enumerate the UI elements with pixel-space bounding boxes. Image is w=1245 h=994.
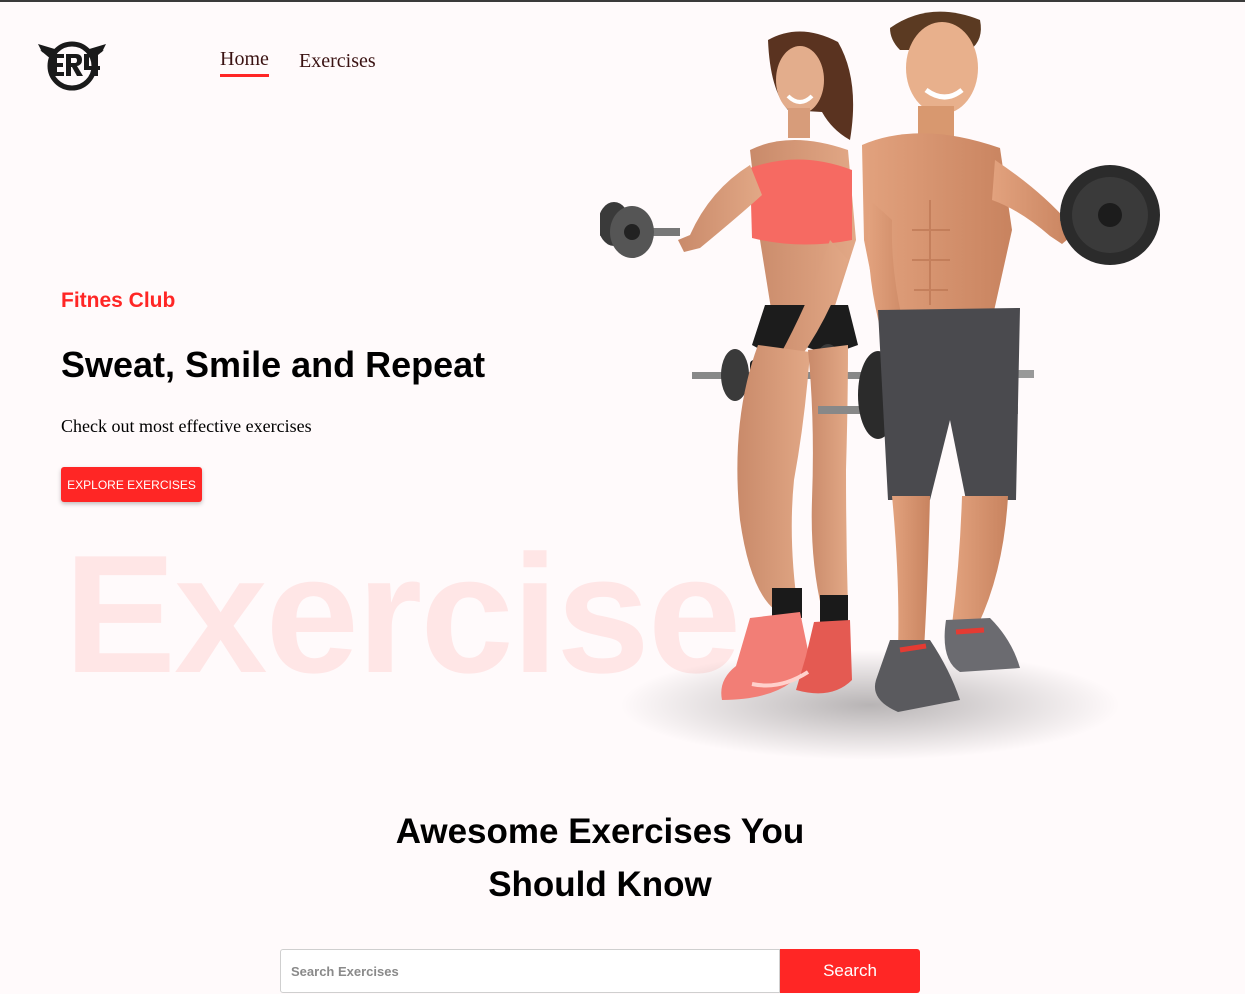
search-button[interactable]: Search (780, 949, 920, 993)
hero-description: Check out most effective exercises (61, 416, 312, 436)
explore-exercises-button[interactable]: EXPLORE EXERCISES (61, 467, 202, 502)
active-underline (220, 74, 269, 77)
search-section-title: Awesome Exercises You Should Know (300, 805, 900, 911)
search-title-line1: Awesome Exercises You (395, 812, 805, 851)
nav-link-exercises[interactable]: Exercises (299, 50, 376, 73)
logo-icon[interactable] (36, 36, 108, 92)
nav-link-home-label: Home (220, 48, 269, 70)
hero-title: Sweat, Smile and Repeat (61, 344, 486, 385)
search-title-line2: Should Know (488, 865, 712, 904)
nav-link-home[interactable]: Home (220, 48, 269, 77)
hero-banner-image (600, 11, 1160, 760)
hero-subtitle: Fitnes Club (61, 289, 176, 312)
search-input[interactable] (280, 949, 780, 993)
